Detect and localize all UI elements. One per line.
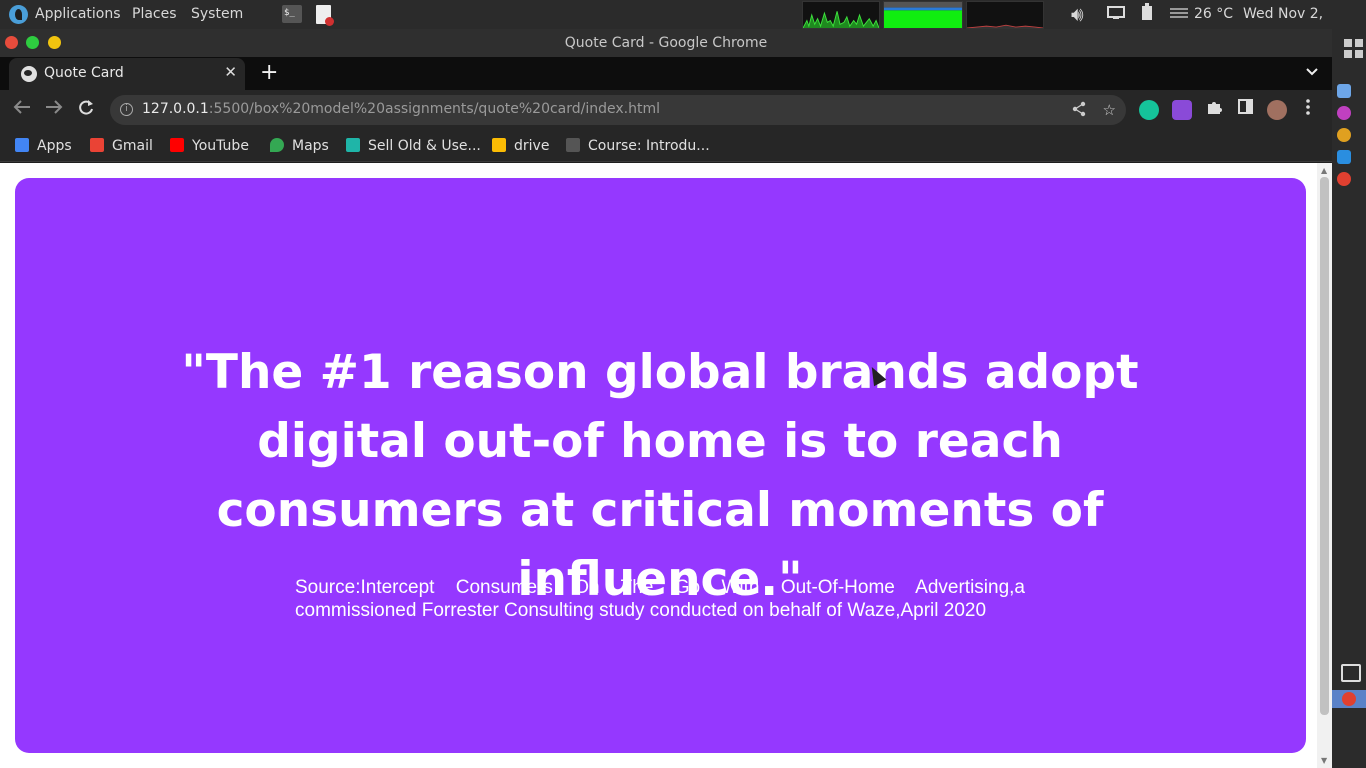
dock-files-icon[interactable]	[1337, 84, 1351, 98]
dock-workspace-icon[interactable]	[1341, 664, 1361, 682]
terminal-icon[interactable]: $_	[282, 5, 302, 23]
forward-arrow-icon[interactable]	[45, 99, 63, 120]
course-icon	[566, 138, 580, 152]
dock-github-icon[interactable]	[1337, 106, 1351, 120]
temperature-readout: 26 °C	[1194, 6, 1234, 22]
bookmark-cashify[interactable]: Sell Old & Use...	[346, 136, 481, 156]
url-text[interactable]: 127.0.0.1:5500/box%20model%20assignments…	[142, 101, 660, 117]
menu-places[interactable]: Places	[132, 0, 177, 29]
text-editor-icon[interactable]	[316, 5, 334, 26]
youtube-icon	[170, 138, 184, 152]
profile-avatar[interactable]	[1267, 100, 1287, 120]
site-info-icon[interactable]: i	[120, 103, 133, 116]
linux-logo-icon[interactable]	[9, 5, 28, 24]
clock[interactable]: Wed Nov 2, 20:54	[1243, 0, 1366, 51]
chrome-icon	[1342, 692, 1356, 706]
url-host: 127.0.0.1	[142, 101, 209, 117]
window-list-dock	[1332, 29, 1366, 768]
extensions-puzzle-icon[interactable]	[1206, 99, 1222, 119]
color-picker-extension-icon[interactable]	[1172, 100, 1192, 120]
network-monitor-graph	[966, 1, 1044, 29]
share-icon[interactable]	[1072, 101, 1086, 121]
kebab-menu-icon[interactable]	[1306, 99, 1310, 120]
vertical-scrollbar[interactable]: ▲ ▼	[1317, 163, 1332, 768]
page-viewport[interactable]: "The #1 reason global brands adopt digit…	[0, 163, 1332, 768]
tab-title: Quote Card	[44, 65, 124, 81]
menu-applications[interactable]: Applications	[35, 0, 121, 29]
tab-quote-card[interactable]: Quote Card ✕	[9, 58, 245, 90]
maps-icon	[270, 138, 284, 152]
globe-icon	[21, 66, 37, 82]
quote-card: "The #1 reason global brands adopt digit…	[15, 178, 1306, 753]
weather-icon	[1170, 0, 1188, 29]
battery-icon[interactable]	[1141, 0, 1153, 29]
scrollbar-thumb[interactable]	[1320, 177, 1329, 715]
tab-search-chevron-icon[interactable]	[1306, 64, 1318, 80]
window-titlebar[interactable]: Quote Card - Google Chrome	[0, 29, 1332, 57]
bookmarks-bar: Apps Gmail YouTube Maps Sell Old & Use..…	[0, 130, 1332, 162]
dock-chrome-icon[interactable]	[1337, 128, 1351, 142]
new-tab-button[interactable]: +	[260, 61, 278, 85]
url-path: :5500/box%20model%20assignments/quote%20…	[208, 101, 661, 117]
dock-vscode-icon[interactable]	[1337, 150, 1351, 164]
back-arrow-icon[interactable]	[13, 99, 31, 120]
volume-icon[interactable]: 🔊︎	[1071, 0, 1084, 29]
bookmark-drive[interactable]: drive	[492, 136, 549, 156]
tab-strip: Quote Card ✕ +	[0, 57, 1332, 90]
drive-icon	[492, 138, 506, 152]
bookmark-star-icon[interactable]: ☆	[1103, 101, 1116, 119]
close-tab-icon[interactable]: ✕	[224, 63, 237, 81]
quote-source: Source:Intercept Consumers On The Go Wit…	[295, 577, 1025, 621]
dock-chrome-active-icon[interactable]	[1337, 172, 1351, 186]
bookmark-youtube[interactable]: YouTube	[170, 136, 249, 156]
bookmark-course[interactable]: Course: Introdu...	[566, 136, 710, 156]
dock-active-window[interactable]	[1332, 690, 1366, 708]
browser-toolbar: i 127.0.0.1:5500/box%20model%20assignmen…	[0, 90, 1332, 130]
apps-grid-icon	[15, 138, 29, 152]
system-panel: Applications Places System $_ 🔊︎ 26 °C W…	[0, 0, 1366, 51]
grammarly-extension-icon[interactable]	[1139, 100, 1159, 120]
gmail-icon	[90, 138, 104, 152]
menu-system[interactable]: System	[191, 0, 243, 29]
bookmark-maps[interactable]: Maps	[270, 136, 329, 156]
reload-icon[interactable]	[77, 99, 95, 122]
window-title: Quote Card - Google Chrome	[564, 35, 768, 51]
bookmark-gmail[interactable]: Gmail	[90, 136, 153, 156]
cashify-icon	[346, 138, 360, 152]
scroll-up-arrow-icon[interactable]: ▲	[1321, 166, 1327, 175]
address-bar[interactable]: i 127.0.0.1:5500/box%20model%20assignmen…	[110, 95, 1126, 125]
quote-text: "The #1 reason global brands adopt digit…	[181, 345, 1139, 607]
bookmark-apps[interactable]: Apps	[15, 136, 72, 156]
grid-icon[interactable]	[1343, 38, 1365, 60]
scroll-down-arrow-icon[interactable]: ▼	[1321, 756, 1327, 765]
display-icon[interactable]	[1107, 0, 1125, 29]
memory-monitor-graph	[883, 1, 963, 29]
cpu-monitor-graph	[802, 1, 880, 29]
side-panel-icon[interactable]	[1238, 99, 1253, 119]
